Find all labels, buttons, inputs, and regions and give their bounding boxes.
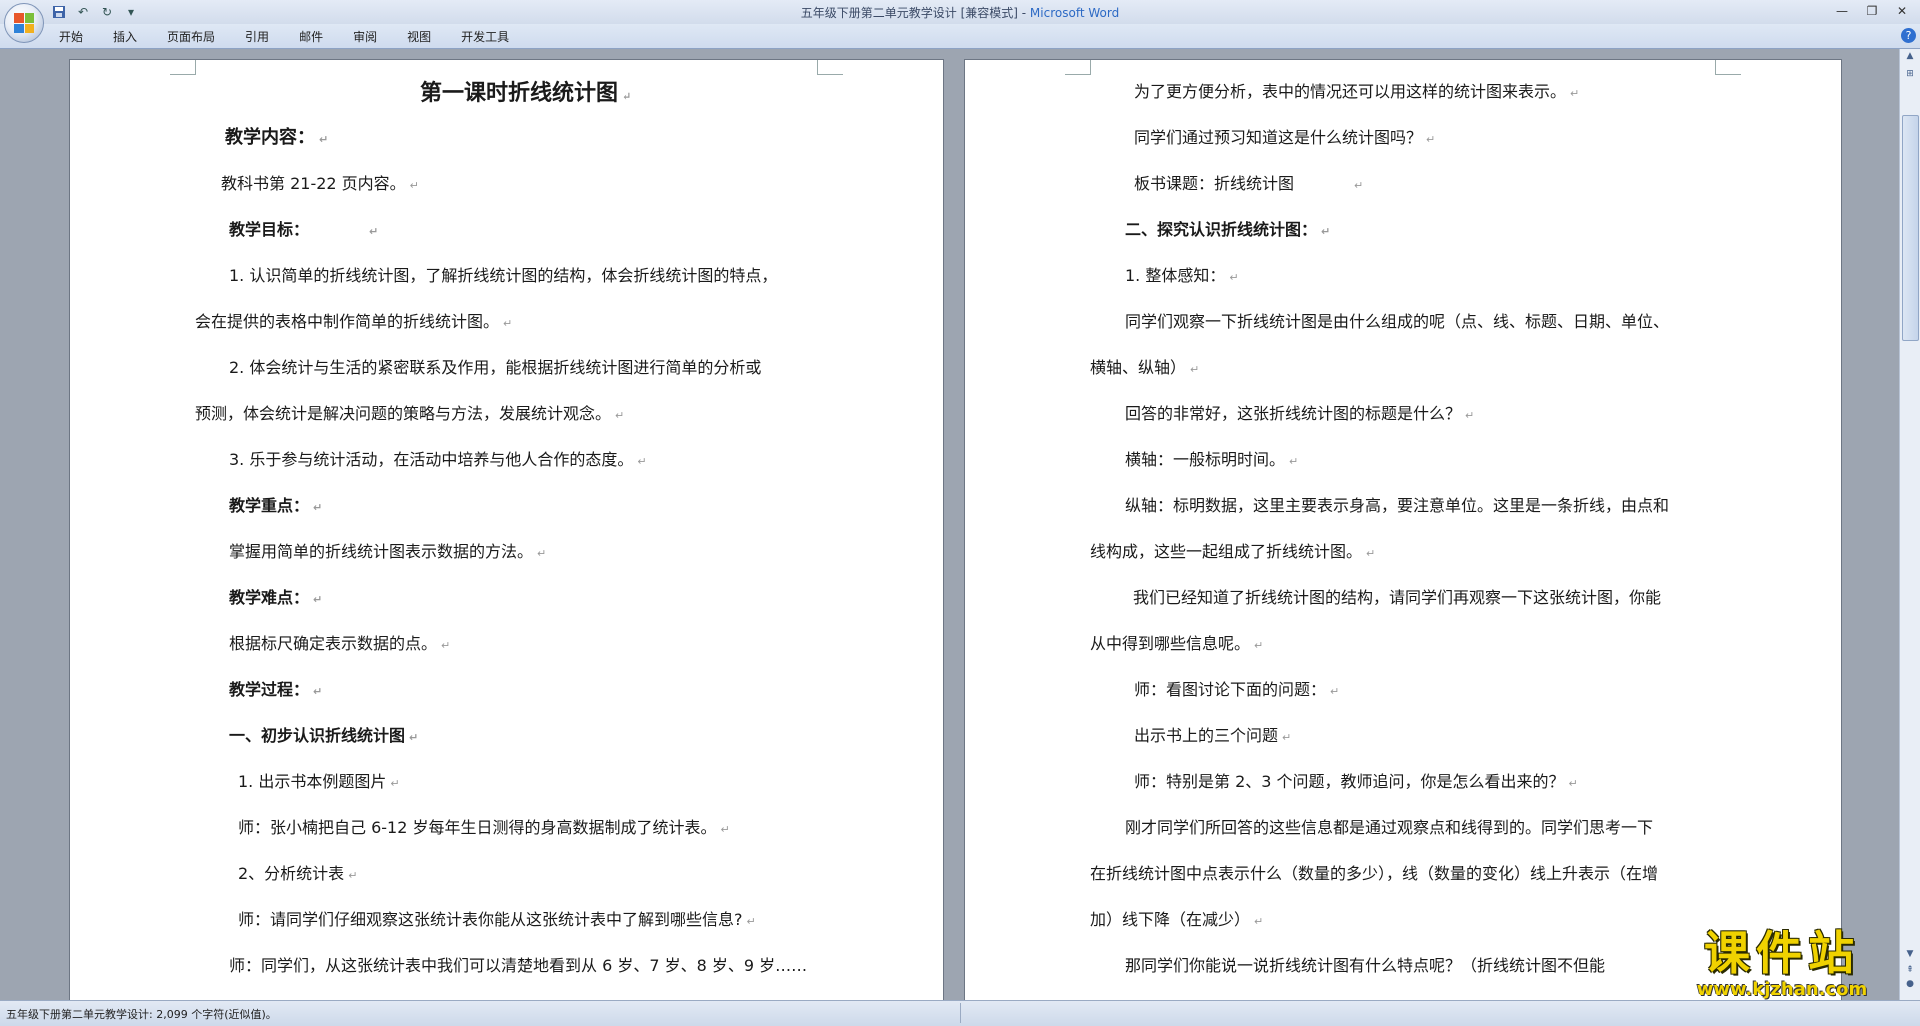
paragraph[interactable]: 2、分析统计表 ↵ xyxy=(238,864,357,886)
browse-object-icon[interactable]: ● xyxy=(1903,979,1917,993)
paragraph[interactable]: 横轴：一般标明时间。 ↵ xyxy=(1125,450,1298,472)
tab-references[interactable]: 引用 xyxy=(234,29,280,45)
tab-page-layout[interactable]: 页面布局 xyxy=(156,29,226,45)
heading[interactable]: 教学目标： ↵ xyxy=(229,220,378,242)
vertical-scrollbar[interactable]: ▲ ⊞ ▼ ⇞ ● xyxy=(1899,49,1920,1000)
page-2: 为了更方便分析，表中的情况还可以用这样的统计图来表示。 ↵ 同学们通过预习知道这是… xyxy=(964,59,1842,1000)
paragraph[interactable]: 预测，体会统计是解决问题的策略与方法，发展统计观念。 ↵ xyxy=(195,404,624,426)
paragraph[interactable]: 板书课题：折线统计图 ↵ xyxy=(1134,174,1363,196)
margin-marker xyxy=(817,60,843,75)
tab-insert[interactable]: 插入 xyxy=(102,29,148,45)
paragraph[interactable]: 在折线统计图中点表示什么（数量的多少），线（数量的变化）线上升表示（在增 xyxy=(1090,864,1658,884)
document-title: 五年级下册第二单元教学设计 [兼容模式] - xyxy=(800,6,1030,20)
paragraph[interactable]: 那同学们你能说一说折线统计图有什么特点呢？（折线统计图不但能 xyxy=(1125,956,1605,976)
heading[interactable]: 一、初步认识折线统计图 ↵ xyxy=(229,726,418,748)
paragraph[interactable]: 2. 体会统计与生活的紧密联系及作用，能根据折线统计图进行简单的分析或 xyxy=(229,358,761,378)
close-icon[interactable]: ✕ xyxy=(1888,2,1916,20)
page-title[interactable]: 第一课时折线统计图 ↵ xyxy=(420,82,631,107)
paragraph[interactable]: 1. 出示书本例题图片 ↵ xyxy=(238,772,400,794)
paragraph[interactable]: 为了更方便分析，表中的情况还可以用这样的统计图来表示。 ↵ xyxy=(1134,82,1579,104)
paragraph[interactable]: 同学们观察一下折线统计图是由什么组成的呢（点、线、标题、日期、单位、 xyxy=(1125,312,1669,332)
ribbon: 开始 插入 页面布局 引用 邮件 审阅 视图 开发工具 ? xyxy=(0,24,1920,49)
title-bar: ↶ ↻ ▾ 五年级下册第二单元教学设计 [兼容模式] - Microsoft W… xyxy=(0,0,1920,43)
paragraph[interactable]: 师：特别是第 2、3 个问题，教师追问，你是怎么看出来的？ ↵ xyxy=(1134,772,1578,794)
paragraph[interactable]: 师：请同学们仔细观察这张统计表你能从这张统计表中了解到哪些信息? ↵ xyxy=(238,910,756,932)
minimize-icon[interactable]: — xyxy=(1828,2,1856,20)
ribbon-tabs: 开始 插入 页面布局 引用 邮件 审阅 视图 开发工具 xyxy=(48,29,528,45)
paragraph[interactable]: 师：张小楠把自己 6-12 岁每年生日测得的身高数据制成了统计表。 ↵ xyxy=(238,818,730,840)
window-title: 五年级下册第二单元教学设计 [兼容模式] - Microsoft Word xyxy=(0,4,1920,21)
paragraph[interactable]: 纵轴：标明数据，这里主要表示身高，要注意单位。这里是一条折线，由点和 xyxy=(1125,496,1669,516)
scroll-thumb[interactable] xyxy=(1902,115,1919,341)
scroll-down-icon[interactable]: ▼ xyxy=(1903,949,1917,963)
margin-marker xyxy=(1065,60,1091,75)
status-text[interactable]: 五年级下册第二单元教学设计: 2,099 个字符(近似值)。 xyxy=(6,1006,277,1022)
status-bar: 五年级下册第二单元教学设计: 2,099 个字符(近似值)。 xyxy=(0,1000,1920,1026)
watermark-text: 课件站 xyxy=(1704,926,1860,980)
paragraph[interactable]: 1. 认识简单的折线统计图，了解折线统计图的结构，体会折线统计图的特点， xyxy=(229,266,777,286)
document-area: 第一课时折线统计图 ↵ 教学内容： ↵ 教科书第 21-22 页内容。 ↵ 教学目标：… xyxy=(0,49,1900,1000)
app-name: Microsoft Word xyxy=(1029,6,1120,20)
paragraph[interactable]: 横轴、纵轴） ↵ xyxy=(1090,358,1199,380)
ruler-toggle-icon[interactable]: ⊞ xyxy=(1903,69,1917,83)
heading[interactable]: 二、探究认识折线统计图： ↵ xyxy=(1125,220,1330,242)
margin-marker xyxy=(170,60,196,75)
paragraph[interactable]: 会在提供的表格中制作简单的折线统计图。 ↵ xyxy=(195,312,512,334)
watermark-url: www.kjzhan.com xyxy=(1696,979,1868,1000)
heading[interactable]: 教学重点： ↵ xyxy=(229,496,322,518)
paragraph[interactable]: 3. 乐于参与统计活动，在活动中培养与他人合作的态度。 ↵ xyxy=(229,450,647,472)
tab-view[interactable]: 视图 xyxy=(396,29,442,45)
heading[interactable]: 教学内容： ↵ xyxy=(225,128,328,150)
tab-home[interactable]: 开始 xyxy=(48,29,94,45)
paragraph[interactable]: 师：看图讨论下面的问题： ↵ xyxy=(1134,680,1339,702)
status-divider xyxy=(960,1003,961,1023)
margin-marker xyxy=(1715,60,1741,75)
heading[interactable]: 教学过程： ↵ xyxy=(229,680,322,702)
paragraph[interactable]: 出示书上的三个问题 ↵ xyxy=(1134,726,1291,748)
tab-mailings[interactable]: 邮件 xyxy=(288,29,334,45)
paragraph[interactable]: 线构成，这些一起组成了折线统计图。 ↵ xyxy=(1090,542,1375,564)
page-1: 第一课时折线统计图 ↵ 教学内容： ↵ 教科书第 21-22 页内容。 ↵ 教学目标：… xyxy=(69,59,944,1000)
paragraph[interactable]: 刚才同学们所回答的这些信息都是通过观察点和线得到的。同学们思考一下 xyxy=(1125,818,1653,838)
office-logo-icon xyxy=(14,13,34,33)
paragraph[interactable]: 1. 整体感知： ↵ xyxy=(1125,266,1239,288)
watermark-logo: 课件站 www.kjzhan.com xyxy=(1664,926,1900,1004)
tab-review[interactable]: 审阅 xyxy=(342,29,388,45)
paragraph[interactable]: 同学们通过预习知道这是什么统计图吗？ ↵ xyxy=(1134,128,1435,150)
paragraph[interactable]: 教科书第 21-22 页内容。 ↵ xyxy=(221,174,419,196)
paragraph[interactable]: 从中得到哪些信息呢。 ↵ xyxy=(1090,634,1263,656)
previous-page-icon[interactable]: ⇞ xyxy=(1903,965,1917,979)
heading[interactable]: 教学难点： ↵ xyxy=(229,588,322,610)
paragraph[interactable]: 掌握用简单的折线统计图表示数据的方法。 ↵ xyxy=(229,542,546,564)
office-button[interactable] xyxy=(4,3,44,43)
paragraph[interactable]: 加）线下降（在减少） ↵ xyxy=(1090,910,1263,932)
scroll-up-icon[interactable]: ▲ xyxy=(1903,51,1917,65)
tab-developer[interactable]: 开发工具 xyxy=(450,29,520,45)
paragraph[interactable]: 我们已经知道了折线统计图的结构，请同学们再观察一下这张统计图，你能 xyxy=(1133,588,1661,608)
paragraph[interactable]: 回答的非常好，这张折线统计图的标题是什么？ ↵ xyxy=(1125,404,1474,426)
paragraph[interactable]: 根据标尺确定表示数据的点。 ↵ xyxy=(229,634,450,656)
paragraph[interactable]: 师：同学们，从这张统计表中我们可以清楚地看到从 6 岁、7 岁、8 岁、9 岁…… xyxy=(229,956,807,976)
help-icon[interactable]: ? xyxy=(1901,28,1916,43)
restore-icon[interactable]: ❐ xyxy=(1858,2,1886,20)
